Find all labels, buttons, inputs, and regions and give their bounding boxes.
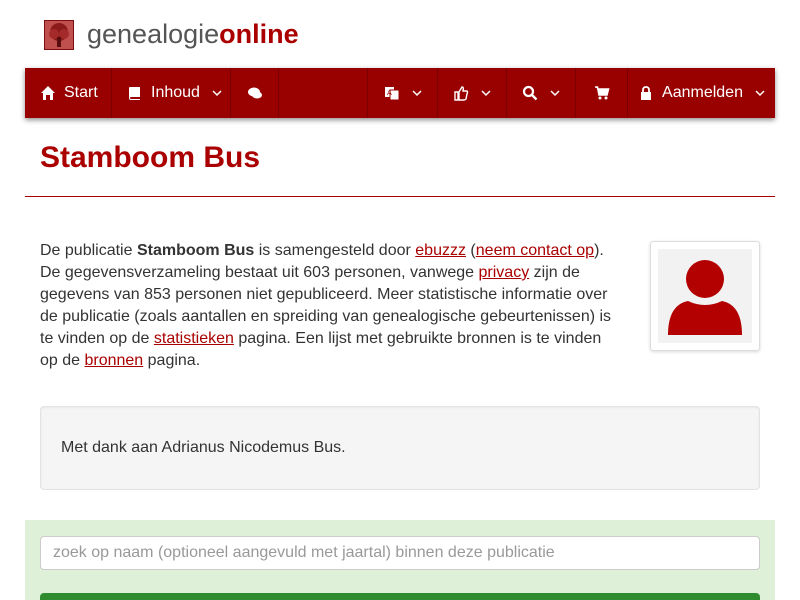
main-navbar: Start Inhoud A Aanmelden (25, 68, 775, 118)
privacy-link[interactable]: privacy (479, 264, 530, 281)
page-title: Stamboom Bus (40, 141, 261, 174)
tree-logo-icon[interactable] (44, 20, 74, 50)
chevron-down-icon (411, 90, 422, 97)
nav-shop[interactable] (576, 68, 628, 118)
svg-text:A: A (387, 89, 392, 97)
nav-spacer (279, 68, 368, 118)
nav-search[interactable] (507, 68, 576, 118)
desc-text: De publicatie (40, 242, 137, 259)
nav-login-label: Aanmelden (662, 84, 743, 101)
desc-text: is samengesteld door (254, 242, 416, 259)
site-header: genealogieonline (0, 0, 800, 68)
title-divider (25, 196, 775, 197)
chevron-down-icon (755, 90, 765, 97)
desc-text: ( (465, 242, 476, 259)
brand-part1: genealogie (87, 19, 220, 49)
nav-language[interactable]: A (368, 68, 438, 118)
language-icon: A (384, 87, 399, 101)
publication-name: Stamboom Bus (136, 242, 255, 259)
thumbs-up-icon (454, 86, 469, 101)
lock-icon (641, 86, 652, 100)
nav-start-label: Start (64, 84, 98, 101)
chevron-down-icon (481, 90, 491, 97)
nav-share[interactable] (438, 68, 507, 118)
acknowledgement-text: Met dank aan Adrianus Nicodemus Bus. (61, 439, 346, 456)
chevron-down-icon (550, 90, 560, 97)
publication-search-input[interactable] (40, 536, 760, 570)
desc-text: pagina. (143, 352, 201, 369)
nav-inhoud[interactable]: Inhoud (112, 68, 231, 118)
nav-forum[interactable] (231, 68, 279, 118)
home-icon (41, 86, 55, 100)
search-icon (522, 85, 538, 101)
publication-search-panel (25, 520, 775, 600)
comments-icon (247, 87, 262, 99)
acknowledgement-well: Met dank aan Adrianus Nicodemus Bus. (40, 406, 760, 490)
search-submit-button[interactable] (40, 593, 760, 600)
contact-link[interactable]: neem contact op (476, 242, 594, 259)
nav-start[interactable]: Start (25, 68, 112, 118)
author-avatar[interactable] (650, 241, 760, 351)
user-avatar-icon (668, 260, 742, 335)
book-icon (129, 87, 140, 100)
statistics-link[interactable]: statistieken (154, 330, 234, 347)
chevron-down-icon (212, 90, 222, 97)
publication-description: De publicatie Stamboom Bus is samengeste… (40, 240, 620, 372)
author-link[interactable]: ebuzzz (415, 242, 466, 259)
site-brand[interactable]: genealogieonline (87, 17, 299, 51)
nav-inhoud-label: Inhoud (151, 84, 200, 101)
nav-login[interactable]: Aanmelden (628, 68, 775, 118)
cart-icon (594, 86, 610, 100)
sources-link[interactable]: bronnen (84, 352, 143, 369)
avatar-frame (658, 249, 752, 343)
brand-part2: online (219, 19, 299, 49)
